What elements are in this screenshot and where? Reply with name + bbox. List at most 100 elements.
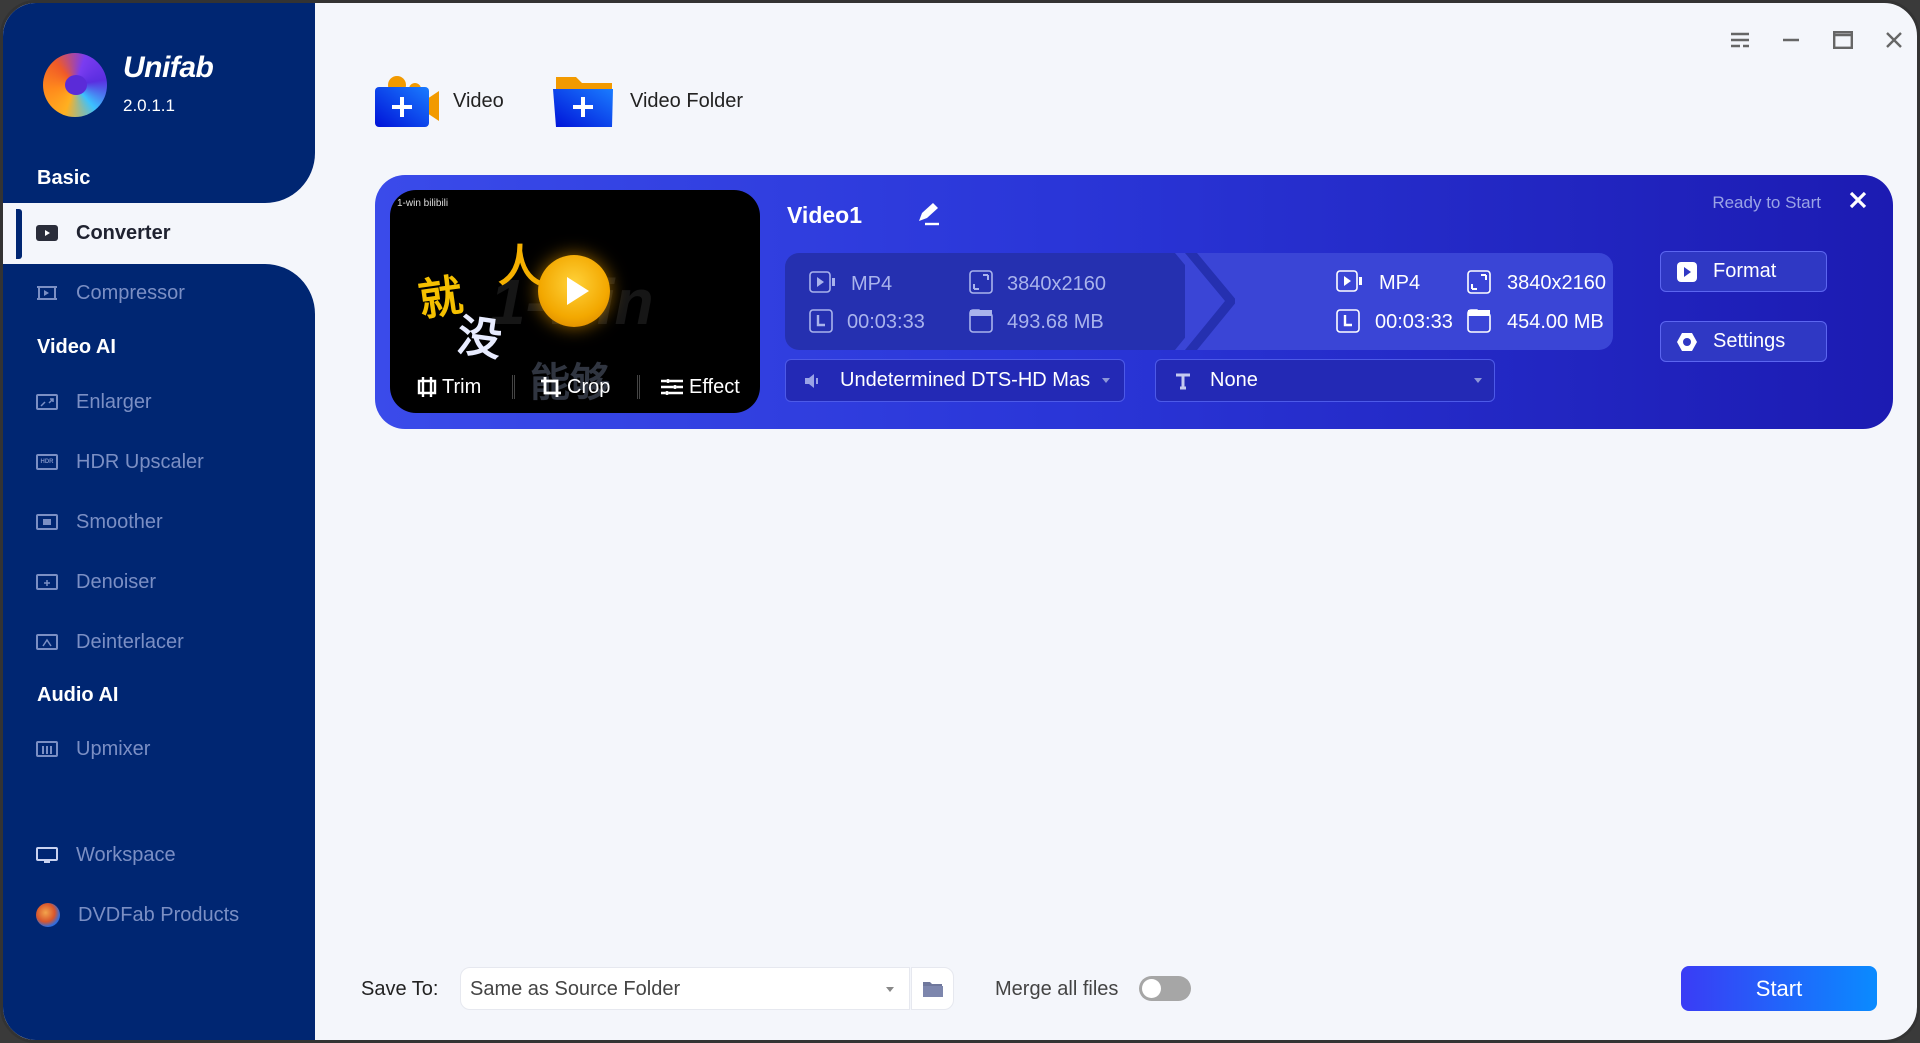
- sidebar-item-hdr-upscaler[interactable]: HDR HDR Upscaler: [3, 440, 315, 484]
- crop-button[interactable]: Crop: [540, 373, 610, 401]
- browse-folder-button[interactable]: [911, 967, 954, 1010]
- sidebar-item-label: Deinterlacer: [76, 630, 184, 653]
- settings-label: Settings: [1713, 330, 1786, 352]
- speaker-icon: [805, 373, 818, 388]
- source-info: [785, 253, 1185, 350]
- audio-track-value: Undetermined DTS-HD Mas: [840, 369, 1091, 391]
- sidebar-item-label: HDR Upscaler: [76, 450, 204, 473]
- maximize-button[interactable]: [1828, 27, 1858, 53]
- sidebar-item-smoother[interactable]: Smoother: [3, 500, 315, 544]
- minimize-button[interactable]: [1776, 27, 1806, 53]
- effect-label: Effect: [689, 375, 740, 398]
- chevron-down-icon: [1102, 378, 1110, 383]
- thumbnail-art: 就: [415, 270, 466, 327]
- menu-button[interactable]: [1725, 27, 1755, 53]
- duration-icon: [809, 309, 833, 333]
- section-video-ai: Video AI: [37, 336, 116, 358]
- tool-divider: [637, 375, 640, 399]
- sidebar-item-enlarger[interactable]: Enlarger: [3, 380, 315, 424]
- output-resolution: 3840x2160: [1507, 272, 1606, 294]
- sidebar-item-denoiser[interactable]: Denoiser: [3, 560, 315, 604]
- save-to-dropdown[interactable]: Same as Source Folder: [460, 967, 910, 1010]
- monitor-icon: [36, 847, 58, 863]
- save-to-value: Same as Source Folder: [470, 978, 681, 1000]
- task-title: Video1: [787, 202, 862, 228]
- trim-icon: [417, 377, 437, 397]
- video-thumbnail[interactable]: 1-win bilibili 1-win 就 人 没 能够 Trim Crop …: [390, 190, 760, 413]
- menu-icon: [1731, 32, 1749, 48]
- gear-icon: [1677, 333, 1697, 351]
- save-to-label: Save To:: [361, 978, 439, 1000]
- folder-icon: [922, 981, 943, 997]
- resolution-icon: [969, 270, 993, 294]
- subtitle-value: None: [1210, 369, 1258, 391]
- add-video-button[interactable]: Video: [375, 71, 504, 131]
- compressor-icon: [36, 285, 58, 301]
- sidebar-item-workspace[interactable]: Workspace: [3, 833, 315, 877]
- sidebar-item-label: Enlarger: [76, 390, 152, 413]
- dvdfab-logo-icon: [36, 903, 60, 927]
- section-basic: Basic: [37, 167, 91, 189]
- source-size: 493.68 MB: [1007, 311, 1104, 333]
- resolution-icon: [1467, 270, 1491, 294]
- merge-all-files-toggle[interactable]: [1139, 976, 1191, 1001]
- sidebar-item-label: Compressor: [76, 281, 185, 304]
- close-icon: [1886, 32, 1902, 48]
- format-label: Format: [1713, 260, 1777, 282]
- effect-button[interactable]: Effect: [660, 373, 740, 401]
- trim-label: Trim: [442, 375, 482, 398]
- format-icon: [1677, 262, 1697, 282]
- sidebar-item-converter[interactable]: Converter: [3, 211, 315, 255]
- source-resolution: 3840x2160: [1007, 273, 1106, 295]
- pencil-icon: [919, 203, 939, 226]
- sidebar-item-compressor[interactable]: Compressor: [3, 271, 315, 315]
- media-info-panel: MP4 3840x2160 00:03:33 493.68 MB MP4 384…: [785, 253, 1613, 350]
- subtitle-dropdown[interactable]: None: [1155, 359, 1495, 402]
- task-status: Ready to Start: [1712, 193, 1821, 212]
- source-format: MP4: [851, 273, 893, 295]
- add-folder-icon: [553, 77, 613, 127]
- smoother-icon: [36, 514, 58, 530]
- play-button[interactable]: [538, 255, 610, 327]
- chevron-down-icon: [1474, 378, 1482, 383]
- app-window: Unifab 2.0.1.1 Basic Converter Compresso…: [0, 0, 1920, 1043]
- file-size-icon: [969, 309, 993, 333]
- minimize-icon: [1783, 38, 1799, 42]
- audio-track-dropdown[interactable]: Undetermined DTS-HD Mas: [785, 359, 1125, 402]
- close-button[interactable]: [1879, 27, 1909, 53]
- add-folder-label: Video Folder: [630, 89, 744, 112]
- video-format-icon: [809, 271, 835, 293]
- start-button[interactable]: Start: [1681, 966, 1877, 1011]
- add-video-label: Video: [453, 89, 504, 112]
- thumbnail-watermark: 1-win bilibili: [397, 198, 449, 209]
- add-video-folder-button[interactable]: Video Folder: [552, 71, 743, 131]
- sidebar-item-deinterlacer[interactable]: Deinterlacer: [3, 620, 315, 664]
- sidebar-item-label: Denoiser: [76, 570, 157, 593]
- task-card: 1-win bilibili 1-win 就 人 没 能够 Trim Crop …: [375, 175, 1893, 429]
- deinterlacer-icon: [36, 634, 58, 650]
- text-icon: [1176, 373, 1190, 389]
- sidebar-item-label: Upmixer: [76, 737, 151, 760]
- sidebar-item-upmixer[interactable]: Upmixer: [3, 727, 315, 771]
- section-audio-ai: Audio AI: [37, 684, 119, 706]
- crop-label: Crop: [567, 375, 611, 398]
- chevron-down-icon: [886, 987, 894, 992]
- effect-icon: [661, 379, 683, 395]
- hdr-icon: HDR: [36, 454, 58, 470]
- sidebar-item-dvdfab-products[interactable]: DVDFab Products: [3, 893, 315, 937]
- unifab-logo-icon: [43, 53, 107, 117]
- tool-divider: [512, 375, 515, 399]
- converter-icon: [36, 225, 58, 241]
- enlarger-icon: [36, 394, 58, 410]
- sidebar-item-label: Converter: [76, 221, 171, 244]
- crop-icon: [541, 377, 561, 397]
- trim-button[interactable]: Trim: [417, 373, 481, 401]
- denoiser-icon: [36, 574, 58, 590]
- rename-button[interactable]: [915, 201, 941, 232]
- sidebar-item-label: DVDFab Products: [78, 903, 240, 926]
- settings-button[interactable]: Settings: [1660, 321, 1827, 362]
- format-button[interactable]: Format: [1660, 251, 1827, 292]
- remove-task-button[interactable]: [1849, 191, 1867, 214]
- source-duration: 00:03:33: [847, 311, 925, 333]
- add-video-icon: [375, 76, 439, 127]
